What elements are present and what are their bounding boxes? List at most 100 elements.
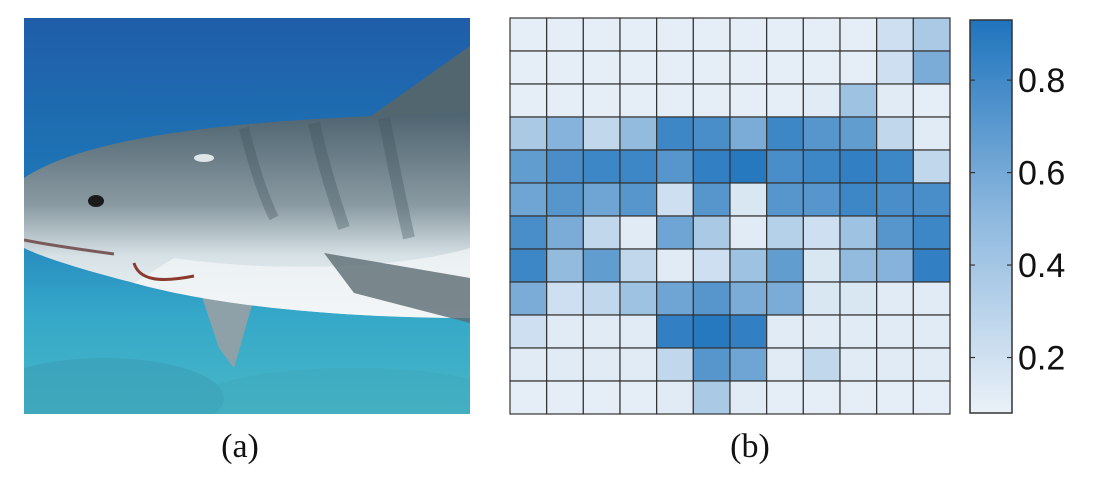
heatmap-cell [656, 281, 694, 316]
heatmap-cell [546, 281, 584, 316]
heatmap-cell [876, 50, 914, 85]
caption-a: (a) [221, 428, 259, 465]
heatmap-cell [656, 17, 694, 52]
heatmap-cell [802, 281, 841, 316]
heatmap-cell [766, 182, 804, 217]
heatmap-cell [582, 281, 621, 316]
heatmap-cell [912, 116, 951, 151]
heatmap-cell [509, 314, 548, 349]
heatmap-cell [692, 347, 731, 382]
colorbar: 0.2 0.4 0.6 0.8 [969, 19, 1065, 414]
heatmap-cell [912, 17, 951, 52]
heatmap-cell [582, 347, 621, 382]
heatmap-cell [766, 281, 804, 316]
heatmap-cell [546, 314, 584, 349]
heatmap-cell [582, 83, 621, 118]
heatmap-cell [802, 83, 841, 118]
heatmap-cell [656, 116, 694, 151]
heatmap-cell [876, 116, 914, 151]
heatmap-cell [692, 380, 731, 415]
heatmap-cell [729, 248, 768, 283]
heatmap-cell [692, 149, 731, 184]
heatmap-cell [912, 149, 951, 184]
heatmap-cell [876, 215, 914, 250]
heatmap-cell [692, 182, 731, 217]
heatmap-cell [912, 281, 951, 316]
heatmap-cell [729, 215, 768, 250]
heatmap-cell [619, 215, 658, 250]
attention-heatmap: 0.2 0.4 0.6 0.8 [509, 17, 1065, 415]
heatmap-cell [692, 17, 731, 52]
heatmap-cell [839, 248, 878, 283]
heatmap-cell [546, 182, 584, 217]
heatmap-cell [802, 50, 841, 85]
heatmap-cell [656, 380, 694, 415]
heatmap-cell [839, 116, 878, 151]
heatmap-cell [656, 347, 694, 382]
heatmap-cell [766, 215, 804, 250]
heatmap-cell [839, 17, 878, 52]
heatmap-cell [546, 17, 584, 52]
heatmap-cell [546, 83, 584, 118]
heatmap-cell [876, 182, 914, 217]
heatmap-cell [729, 116, 768, 151]
heatmap-cell [912, 50, 951, 85]
heatmap-cell [876, 17, 914, 52]
heatmap-cell [802, 215, 841, 250]
heatmap-cells [509, 17, 951, 415]
heatmap-cell [912, 347, 951, 382]
heatmap-cell [729, 314, 768, 349]
colorbar-tick-label: 0.6 [1018, 155, 1065, 193]
heatmap-cell [729, 17, 768, 52]
heatmap-cell [509, 380, 548, 415]
heatmap-cell [619, 347, 658, 382]
heatmap-cell [692, 281, 731, 316]
heatmap-cell [729, 182, 768, 217]
heatmap-cell [912, 83, 951, 118]
heatmap-cell [692, 215, 731, 250]
heatmap-cell [656, 215, 694, 250]
heatmap-cell [802, 149, 841, 184]
heatmap-cell [802, 248, 841, 283]
heatmap-cell [802, 116, 841, 151]
heatmap-cell [656, 83, 694, 118]
heatmap-cell [766, 149, 804, 184]
heatmap-cell [546, 116, 584, 151]
heatmap-cell [802, 17, 841, 52]
heatmap-cell [619, 182, 658, 217]
colorbar-tick-label: 0.2 [1018, 340, 1065, 378]
heatmap-cell [876, 380, 914, 415]
heatmap-cell [839, 380, 878, 415]
heatmap-cell [582, 50, 621, 85]
heatmap-cell [692, 314, 731, 349]
heatmap-cell [839, 347, 878, 382]
heatmap-cell [619, 149, 658, 184]
heatmap-cell [766, 248, 804, 283]
heatmap-cell [692, 116, 731, 151]
heatmap-cell [619, 50, 658, 85]
heatmap-cell [619, 83, 658, 118]
heatmap-cell [876, 281, 914, 316]
heatmap-cell [876, 83, 914, 118]
heatmap-cell [582, 149, 621, 184]
heatmap-cell [692, 248, 731, 283]
heatmap-cell [766, 314, 804, 349]
heatmap-cell [839, 215, 878, 250]
heatmap-cell [509, 248, 548, 283]
heatmap-cell [912, 182, 951, 217]
heatmap-cell [582, 182, 621, 217]
heatmap-cell [546, 248, 584, 283]
heatmap-cell [766, 50, 804, 85]
heatmap-cell [729, 281, 768, 316]
colorbar-tick-label: 0.8 [1018, 62, 1065, 100]
caption-b: (b) [730, 428, 770, 465]
heatmap-cell [509, 17, 548, 52]
heatmap-cell [839, 281, 878, 316]
heatmap-cell [912, 248, 951, 283]
heatmap-cell [582, 215, 621, 250]
heatmap-cell [546, 347, 584, 382]
heatmap-cell [582, 248, 621, 283]
heatmap-cell [876, 347, 914, 382]
heatmap-cell [509, 215, 548, 250]
heatmap-cell [656, 314, 694, 349]
